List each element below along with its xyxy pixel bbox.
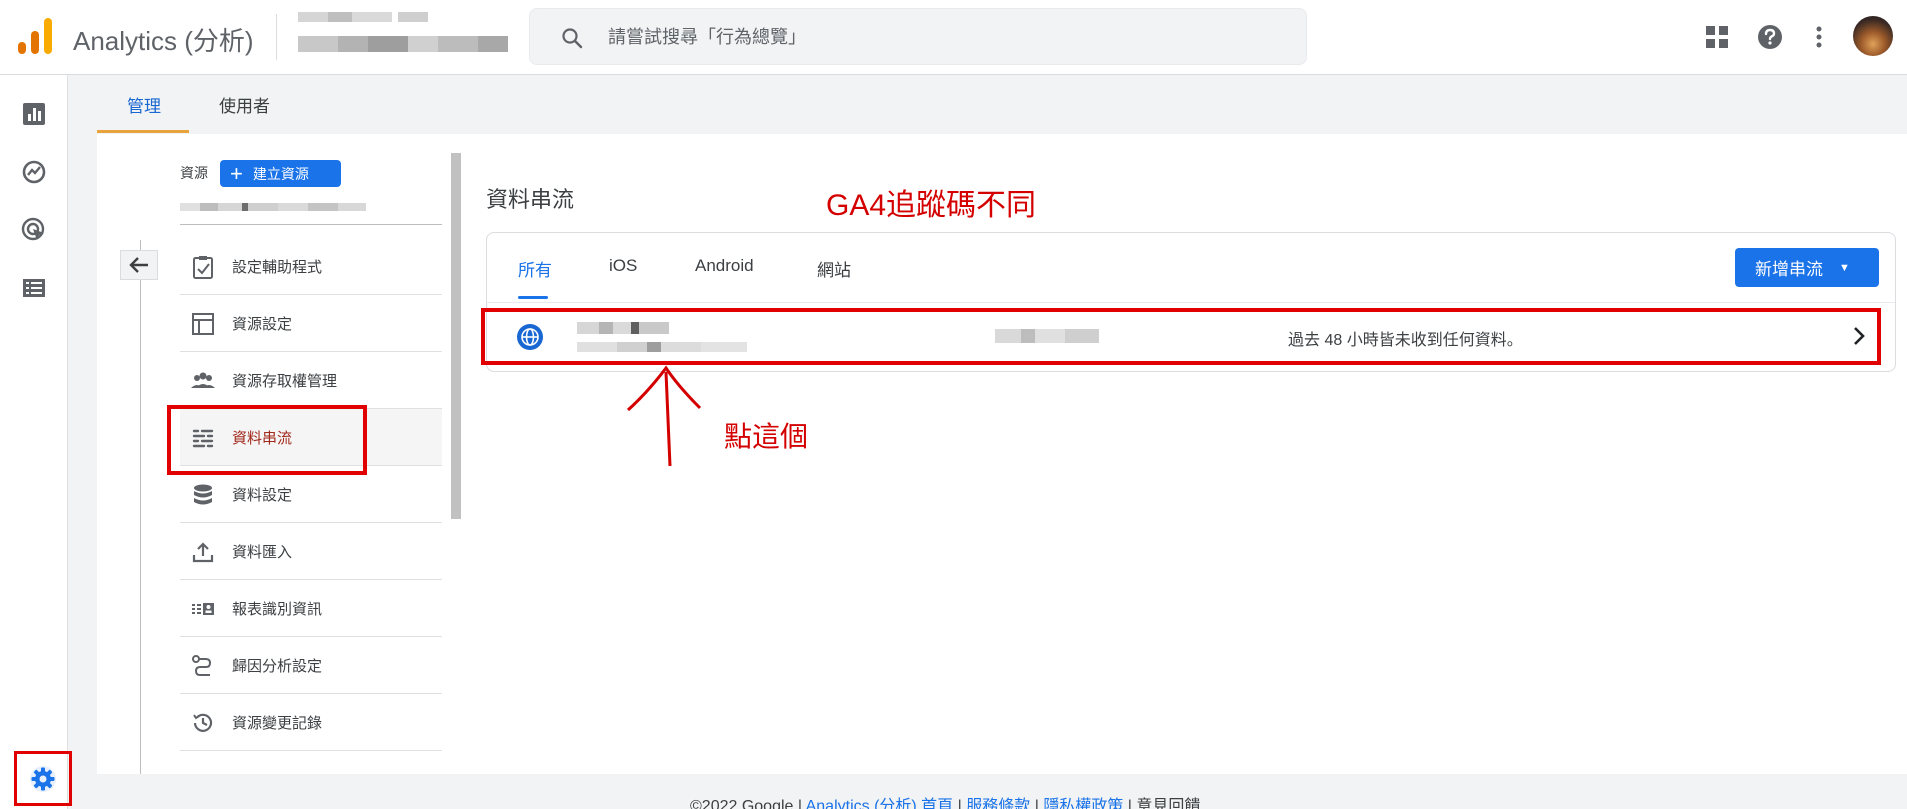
tab-users[interactable]: 使用者 bbox=[219, 92, 270, 117]
menu-item-data-import[interactable]: 資料匯入 bbox=[180, 523, 442, 580]
analytics-logo[interactable] bbox=[18, 18, 52, 54]
search-icon bbox=[562, 28, 583, 49]
tab-divider bbox=[487, 302, 1895, 303]
app-title: Analytics (分析) bbox=[73, 26, 254, 56]
globe-icon bbox=[517, 324, 543, 350]
stream-name bbox=[577, 322, 747, 352]
menu-item-label: 報表識別資訊 bbox=[232, 600, 323, 618]
menu-item-reporting-identity[interactable]: 報表識別資訊 bbox=[180, 580, 442, 637]
menu-item-label: 資源設定 bbox=[232, 315, 293, 333]
back-button[interactable] bbox=[120, 250, 158, 280]
explore-icon[interactable] bbox=[20, 158, 48, 186]
footer-separator: | bbox=[1034, 798, 1039, 809]
title-divider bbox=[276, 14, 277, 60]
chevron-right-icon bbox=[1854, 327, 1865, 345]
property-label: 資源 bbox=[180, 165, 208, 181]
admin-gear-button[interactable] bbox=[14, 751, 72, 806]
create-property-button[interactable]: + 建立資源 bbox=[220, 160, 341, 187]
footer-separator: | bbox=[1127, 798, 1132, 809]
plus-icon: + bbox=[230, 160, 243, 186]
search-input[interactable] bbox=[608, 21, 1258, 53]
help-icon[interactable] bbox=[1755, 22, 1785, 52]
footer-copyright: ©2022 Google | bbox=[690, 798, 803, 809]
create-property-label: 建立資源 bbox=[252, 165, 309, 182]
property-selector[interactable] bbox=[180, 200, 366, 214]
configure-list-icon[interactable] bbox=[20, 274, 48, 302]
menu-item-label: 資源存取權管理 bbox=[232, 372, 338, 390]
top-bar: Analytics (分析) bbox=[0, 0, 1907, 75]
tab-web[interactable]: 網站 bbox=[817, 256, 851, 281]
footer-separator: | bbox=[957, 798, 962, 809]
menu-item-label: 歸因分析設定 bbox=[232, 657, 323, 675]
menu-item-label: 設定輔助程式 bbox=[232, 258, 323, 276]
annotation-highlight-data-streams bbox=[167, 405, 367, 475]
column-divider bbox=[140, 240, 141, 774]
footer-link-terms[interactable]: 服務條款 bbox=[966, 798, 1030, 809]
menu-item-change-history[interactable]: 資源變更記錄 bbox=[180, 694, 442, 751]
layout-icon bbox=[192, 313, 214, 335]
left-nav-rail bbox=[0, 75, 68, 809]
footer-feedback[interactable]: 意見回饋 bbox=[1136, 798, 1200, 809]
advertising-icon[interactable] bbox=[20, 216, 48, 244]
arrow-back-icon bbox=[129, 257, 148, 273]
people-icon bbox=[191, 372, 215, 388]
more-vert-icon[interactable] bbox=[1804, 22, 1834, 52]
reports-icon[interactable] bbox=[20, 100, 48, 128]
footer-link-home[interactable]: Analytics (分析) 首頁 bbox=[806, 798, 954, 809]
search-box[interactable] bbox=[529, 8, 1307, 65]
add-stream-button[interactable]: 新增串流 ▼ bbox=[1735, 248, 1879, 287]
stream-row[interactable]: 過去 48 小時皆未收到任何資料。 bbox=[481, 308, 1881, 365]
footer-link-privacy[interactable]: 隱私權政策 bbox=[1043, 798, 1123, 809]
menu-item-label: 資料匯入 bbox=[232, 543, 293, 561]
tab-ios[interactable]: iOS bbox=[609, 256, 637, 276]
tab-all[interactable]: 所有 bbox=[518, 256, 552, 281]
menu-scrollbar[interactable] bbox=[451, 153, 461, 519]
menu-item-attribution-settings[interactable]: 歸因分析設定 bbox=[180, 637, 442, 694]
avatar[interactable] bbox=[1853, 16, 1893, 56]
upload-icon bbox=[192, 542, 214, 563]
menu-item-setup-assistant[interactable]: 設定輔助程式 bbox=[180, 238, 442, 295]
tab-admin[interactable]: 管理 bbox=[127, 92, 161, 117]
menu-item-property-settings[interactable]: 資源設定 bbox=[180, 295, 442, 352]
annotation-ga4-note: GA4追蹤碼不同 bbox=[826, 189, 1037, 222]
property-divider bbox=[180, 224, 442, 225]
annotation-click-note: 點這個 bbox=[724, 421, 809, 452]
add-stream-label: 新增串流 bbox=[1755, 260, 1823, 279]
page-title: 資料串流 bbox=[486, 187, 575, 212]
menu-item-access-management[interactable]: 資源存取權管理 bbox=[180, 352, 442, 409]
measurement-id bbox=[995, 329, 1099, 343]
menu-item-label: 資料設定 bbox=[232, 486, 293, 504]
active-stream-tab-indicator bbox=[518, 296, 548, 299]
admin-tabs: 管理 使用者 bbox=[97, 78, 1907, 134]
id-card-icon bbox=[192, 603, 214, 615]
stream-status: 過去 48 小時皆未收到任何資料。 bbox=[1288, 332, 1523, 349]
apps-grid-icon[interactable] bbox=[1702, 22, 1732, 52]
gear-icon bbox=[30, 765, 56, 792]
account-selector[interactable] bbox=[298, 8, 510, 60]
attribution-icon bbox=[192, 655, 212, 676]
history-icon bbox=[193, 713, 213, 732]
database-icon bbox=[194, 484, 212, 505]
footer: ©2022 Google | Analytics (分析) 首頁 | 服務條款 … bbox=[690, 792, 1200, 809]
checklist-icon bbox=[193, 256, 213, 279]
caret-down-icon: ▼ bbox=[1839, 261, 1850, 274]
active-tab-indicator bbox=[97, 130, 189, 133]
menu-item-label: 資源變更記錄 bbox=[232, 714, 323, 732]
tab-android[interactable]: Android bbox=[695, 256, 754, 276]
annotation-arrow-icon bbox=[626, 365, 702, 467]
